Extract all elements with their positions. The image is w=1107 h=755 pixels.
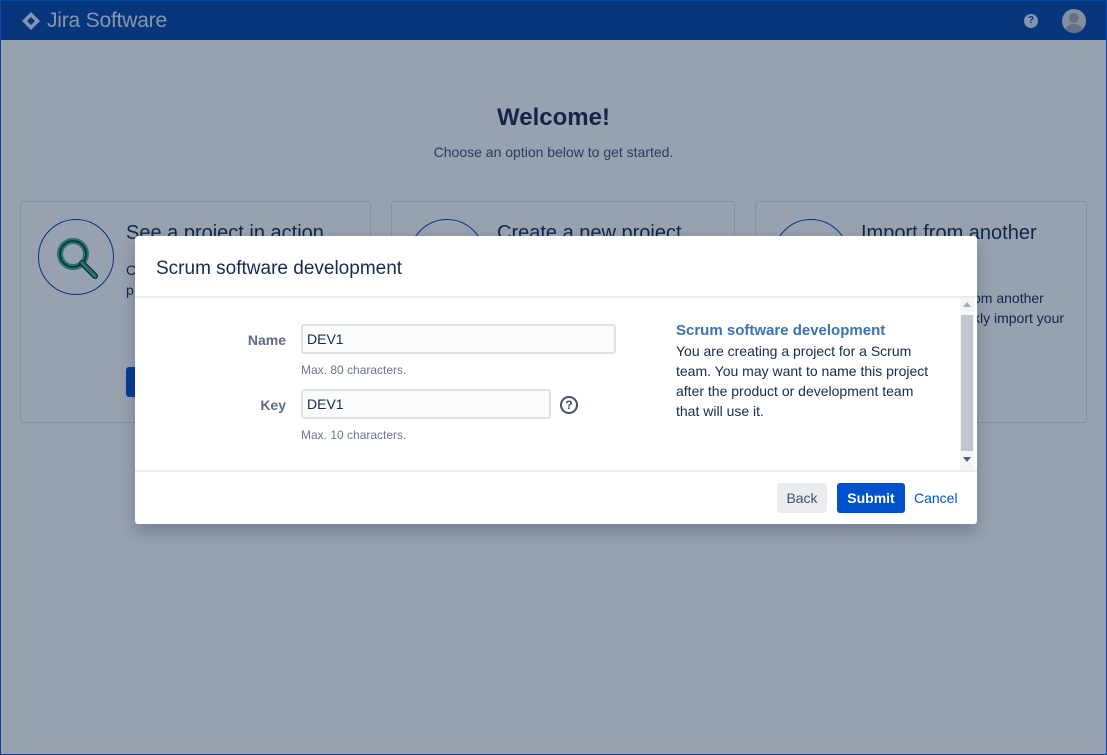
key-hint: Max. 10 characters. [301, 428, 407, 442]
create-project-dialog: Scrum software development Name Max. 80 … [135, 236, 977, 524]
project-name-input[interactable] [301, 324, 616, 354]
submit-button[interactable]: Submit [837, 483, 905, 513]
scroll-up-arrow-icon[interactable] [963, 302, 971, 307]
scrollbar-thumb[interactable] [961, 315, 973, 451]
key-label: Key [260, 397, 286, 413]
project-key-input[interactable] [301, 389, 551, 419]
template-description-text: You are creating a project for a Scrum t… [676, 343, 929, 419]
dialog-body: Name Max. 80 characters. Key ? Max. 10 c… [135, 298, 977, 470]
jira-app: Jira Software ? Welcome! Choose an optio… [0, 0, 1107, 755]
dialog-scrollbar[interactable] [960, 298, 974, 470]
dialog-footer: Back Submit Cancel [135, 470, 977, 524]
dialog-header: Scrum software development [135, 236, 977, 298]
scroll-down-arrow-icon[interactable] [963, 457, 971, 462]
dialog-title: Scrum software development [156, 258, 403, 279]
name-hint: Max. 80 characters. [301, 363, 407, 377]
template-description-title: Scrum software development [676, 322, 886, 339]
name-label: Name [247, 332, 286, 348]
cancel-link[interactable]: Cancel [911, 483, 961, 513]
key-help-icon[interactable]: ? [560, 396, 578, 414]
back-button[interactable]: Back [777, 483, 827, 513]
